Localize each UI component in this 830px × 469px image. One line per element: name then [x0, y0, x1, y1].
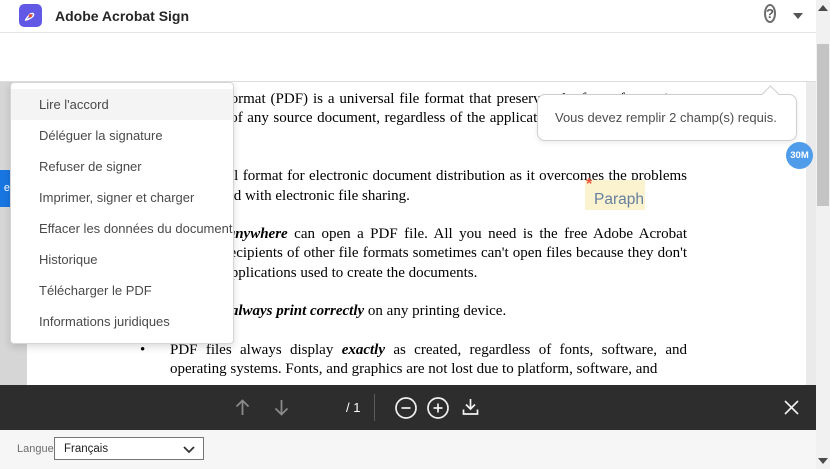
- acrobat-sign-logo-icon: [19, 4, 42, 27]
- badge-30m[interactable]: 30M: [786, 142, 813, 169]
- vertical-scrollbar[interactable]: [816, 0, 830, 469]
- help-button[interactable]: ?: [764, 4, 786, 27]
- menu-item[interactable]: Historique: [11, 244, 233, 275]
- menu-item[interactable]: Déléguer la signature: [11, 120, 233, 151]
- help-icon: ?: [764, 4, 776, 23]
- initials-field-label: Paraph: [594, 191, 644, 208]
- close-button[interactable]: [783, 399, 800, 421]
- app-window: Portable Document Format (PDF) is a univ…: [0, 0, 830, 469]
- menu-item[interactable]: Effacer les données du document: [11, 213, 233, 244]
- menu-item[interactable]: Imprimer, signer et charger: [11, 182, 233, 213]
- options-bar: [0, 33, 816, 81]
- viewport-right-margin: [806, 82, 816, 385]
- footer-bar: Langue Français: [0, 430, 830, 469]
- pdf-toolbar: 1 / 1: [0, 385, 816, 430]
- next-field-tab[interactable]: e: [0, 170, 10, 207]
- required-asterisk: *: [586, 176, 593, 193]
- zoom-in-button[interactable]: [425, 395, 451, 426]
- app-header: Adobe Acrobat Sign ?: [0, 0, 816, 33]
- language-value: Français: [64, 443, 109, 455]
- zoom-out-button[interactable]: [393, 395, 419, 426]
- previous-page-button[interactable]: [233, 397, 252, 423]
- scroll-up-icon[interactable]: [818, 5, 828, 11]
- language-select[interactable]: Français: [54, 437, 204, 460]
- initials-field[interactable]: * Paraph: [585, 176, 645, 210]
- tooltip-text: Vous devez remplir 2 champ(s) requis.: [555, 110, 777, 125]
- language-label: Langue: [17, 443, 54, 455]
- app-title: Adobe Acrobat Sign: [55, 8, 190, 24]
- menu-item[interactable]: Refuser de signer: [11, 151, 233, 182]
- menu-item[interactable]: Lire l'accord: [11, 89, 233, 120]
- toolbar-divider: [374, 394, 375, 421]
- next-page-button[interactable]: [272, 397, 291, 423]
- menu-item[interactable]: Télécharger le PDF: [11, 275, 233, 306]
- scroll-down-icon[interactable]: [818, 458, 828, 464]
- options-menu: Lire l'accord Déléguer la signature Refuse…: [10, 82, 234, 344]
- help-chevron-down-icon[interactable]: [793, 13, 803, 19]
- page-total-label: / 1: [346, 400, 361, 415]
- toolbar-divider: [0, 81, 816, 82]
- scrollbar-thumb[interactable]: [817, 44, 829, 206]
- download-icon[interactable]: [459, 396, 482, 424]
- select-chevron-icon: [183, 446, 195, 454]
- menu-item[interactable]: Informations juridiques: [11, 306, 233, 337]
- required-fields-tooltip: Vous devez remplir 2 champ(s) requis.: [537, 85, 797, 141]
- document-list-item: • PDF files always display exactly as cre…: [140, 341, 688, 378]
